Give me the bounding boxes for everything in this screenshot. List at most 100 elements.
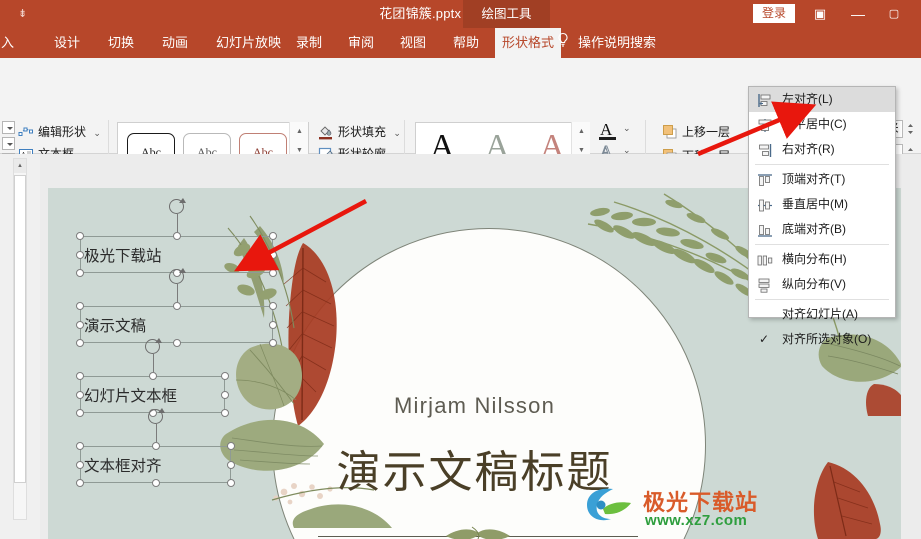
textbox-text[interactable]: 演示文稿	[84, 314, 146, 336]
resize-handle-e[interactable]	[269, 320, 277, 329]
chevron-down-icon[interactable]: ⌄	[393, 128, 401, 138]
sign-in-button[interactable]: 登录	[752, 4, 795, 23]
rotation-stem	[176, 214, 178, 232]
shape-height-spinner[interactable]	[905, 120, 916, 138]
align-dropdown-menu[interactable]: 左对齐(L) 水平居中(C) 右对齐(R) 顶端对齐(T) 垂直居中(M) 底端…	[748, 86, 896, 346]
resize-handle-ne[interactable]	[227, 442, 235, 450]
menu-item-align-bottom[interactable]: 底端对齐(B)	[749, 217, 895, 242]
tab-shape-format[interactable]: 形状格式	[495, 28, 561, 58]
resize-handle-sw[interactable]	[76, 409, 84, 417]
text-fill-button[interactable]: A ⌄	[599, 120, 631, 140]
tab-slideshow[interactable]: 幻灯片放映	[209, 28, 288, 58]
resize-handle-w[interactable]	[76, 320, 84, 329]
gallery-scroll-up-icon[interactable]: ▲	[290, 122, 309, 141]
watermark: 极光下载站 www.xz7.com	[579, 481, 897, 537]
menu-item-align-top[interactable]: 顶端对齐(T)	[749, 167, 895, 192]
scrollbar-thumb[interactable]	[14, 175, 26, 483]
resize-handle-sw[interactable]	[76, 269, 84, 277]
shape-gallery-up-icon[interactable]	[2, 121, 15, 134]
menu-item-align-to-slide[interactable]: 对齐幻灯片(A)	[749, 302, 895, 327]
align-right-icon	[757, 142, 773, 157]
tab-transitions[interactable]: 切换	[101, 28, 141, 58]
menu-item-label: 垂直居中(M)	[782, 197, 848, 211]
checkmark-icon: ✓	[759, 332, 770, 346]
resize-handle-se[interactable]	[269, 269, 277, 277]
bring-forward-label: 上移一层	[682, 125, 731, 139]
tab-insert[interactable]: 入	[0, 28, 21, 58]
lightbulb-icon	[556, 28, 570, 58]
textbox-3[interactable]: 幻灯片文本框	[76, 338, 229, 417]
rotation-handle[interactable]	[169, 198, 186, 214]
resize-handle-se[interactable]	[269, 339, 277, 347]
resize-handle-nw[interactable]	[76, 442, 84, 450]
resize-handle-sw[interactable]	[76, 479, 84, 487]
menu-item-align-selected-objects[interactable]: ✓ 对齐所选对象(O)	[749, 327, 895, 352]
tell-me-search[interactable]: 操作说明搜索	[578, 28, 656, 58]
resize-handle-s[interactable]	[151, 479, 160, 487]
bring-forward-button[interactable]: 上移一层 ⌄	[662, 122, 751, 142]
resize-handle-n[interactable]	[148, 372, 157, 380]
resize-handle-w[interactable]	[76, 460, 84, 469]
rotation-handle[interactable]	[148, 408, 165, 424]
shape-fill-button[interactable]: 形状填充 ⌄	[318, 122, 401, 142]
wordart-scroll-up-icon[interactable]: ▲	[572, 122, 591, 141]
ribbon-display-options-icon[interactable]: ▣	[803, 0, 837, 28]
minimize-icon[interactable]: —	[841, 0, 875, 28]
tab-view[interactable]: 视图	[393, 28, 433, 58]
shape-gallery-down-icon[interactable]	[2, 137, 15, 150]
shape-fill-label: 形状填充	[338, 125, 387, 139]
resize-handle-ne[interactable]	[269, 302, 277, 310]
chevron-down-icon[interactable]: ⌄	[623, 123, 631, 134]
menu-item-distribute-vertically[interactable]: 纵向分布(V)	[749, 272, 895, 297]
menu-item-align-middle[interactable]: 垂直居中(M)	[749, 192, 895, 217]
tab-design[interactable]: 设计	[47, 28, 87, 58]
edit-shape-label: 编辑形状	[38, 125, 87, 139]
tab-review[interactable]: 审阅	[341, 28, 381, 58]
resize-handle-nw[interactable]	[76, 372, 84, 380]
resize-handle-nw[interactable]	[76, 302, 84, 310]
resize-handle-n[interactable]	[151, 442, 160, 450]
resize-handle-sw[interactable]	[76, 339, 84, 347]
textbox-2[interactable]: 演示文稿	[76, 268, 277, 347]
resize-handle-nw[interactable]	[76, 232, 84, 240]
menu-item-align-center[interactable]: 水平居中(C)	[749, 112, 895, 137]
edit-shape-button[interactable]: 编辑形状 ⌄	[18, 122, 101, 142]
resize-handle-ne[interactable]	[221, 372, 229, 380]
menu-separator	[755, 299, 889, 300]
thumbnail-pane-scrollbar[interactable]: ▲	[13, 158, 27, 520]
resize-handle-w[interactable]	[76, 250, 84, 259]
tab-record[interactable]: 录制	[289, 28, 329, 58]
menu-item-label: 横向分布(H)	[782, 252, 847, 266]
rotation-handle[interactable]	[169, 268, 186, 284]
resize-handle-ne[interactable]	[269, 232, 277, 240]
tab-help[interactable]: 帮助	[446, 28, 486, 58]
resize-handle-e[interactable]	[221, 390, 229, 399]
watermark-url: www.xz7.com	[645, 512, 748, 529]
chevron-down-icon[interactable]: ⌄	[93, 128, 101, 138]
textbox-text[interactable]: 文本框对齐	[84, 454, 162, 476]
menu-item-align-left[interactable]: 左对齐(L)	[749, 87, 895, 112]
textbox-4[interactable]: 文本框对齐	[76, 408, 235, 487]
menu-item-distribute-horizontally[interactable]: 横向分布(H)	[749, 247, 895, 272]
menu-item-label: 右对齐(R)	[782, 142, 835, 156]
rotation-handle[interactable]	[145, 338, 162, 354]
resize-handle-e[interactable]	[269, 250, 277, 259]
resize-handle-s[interactable]	[172, 339, 181, 347]
shape-fill-icon	[318, 124, 334, 140]
textbox-1[interactable]: 极光下载站	[76, 198, 277, 277]
resize-handle-se[interactable]	[227, 479, 235, 487]
maximize-icon[interactable]: ▢	[877, 0, 911, 28]
rotation-stem	[155, 424, 157, 442]
resize-handle-e[interactable]	[227, 460, 235, 469]
tab-animations[interactable]: 动画	[155, 28, 195, 58]
resize-handle-w[interactable]	[76, 390, 84, 399]
textbox-text[interactable]: 极光下载站	[84, 244, 162, 266]
textbox-text[interactable]: 幻灯片文本框	[84, 384, 177, 406]
menu-item-align-right[interactable]: 右对齐(R)	[749, 137, 895, 162]
ribbon-tab-bar: 入 设计 切换 动画 幻灯片放映 录制 审阅 视图 帮助 形状格式 操作说明搜索	[0, 28, 921, 58]
resize-handle-n[interactable]	[172, 232, 181, 240]
resize-handle-n[interactable]	[172, 302, 181, 310]
scroll-up-icon[interactable]: ▲	[14, 159, 26, 173]
align-center-icon	[757, 117, 773, 132]
resize-handle-se[interactable]	[221, 409, 229, 417]
